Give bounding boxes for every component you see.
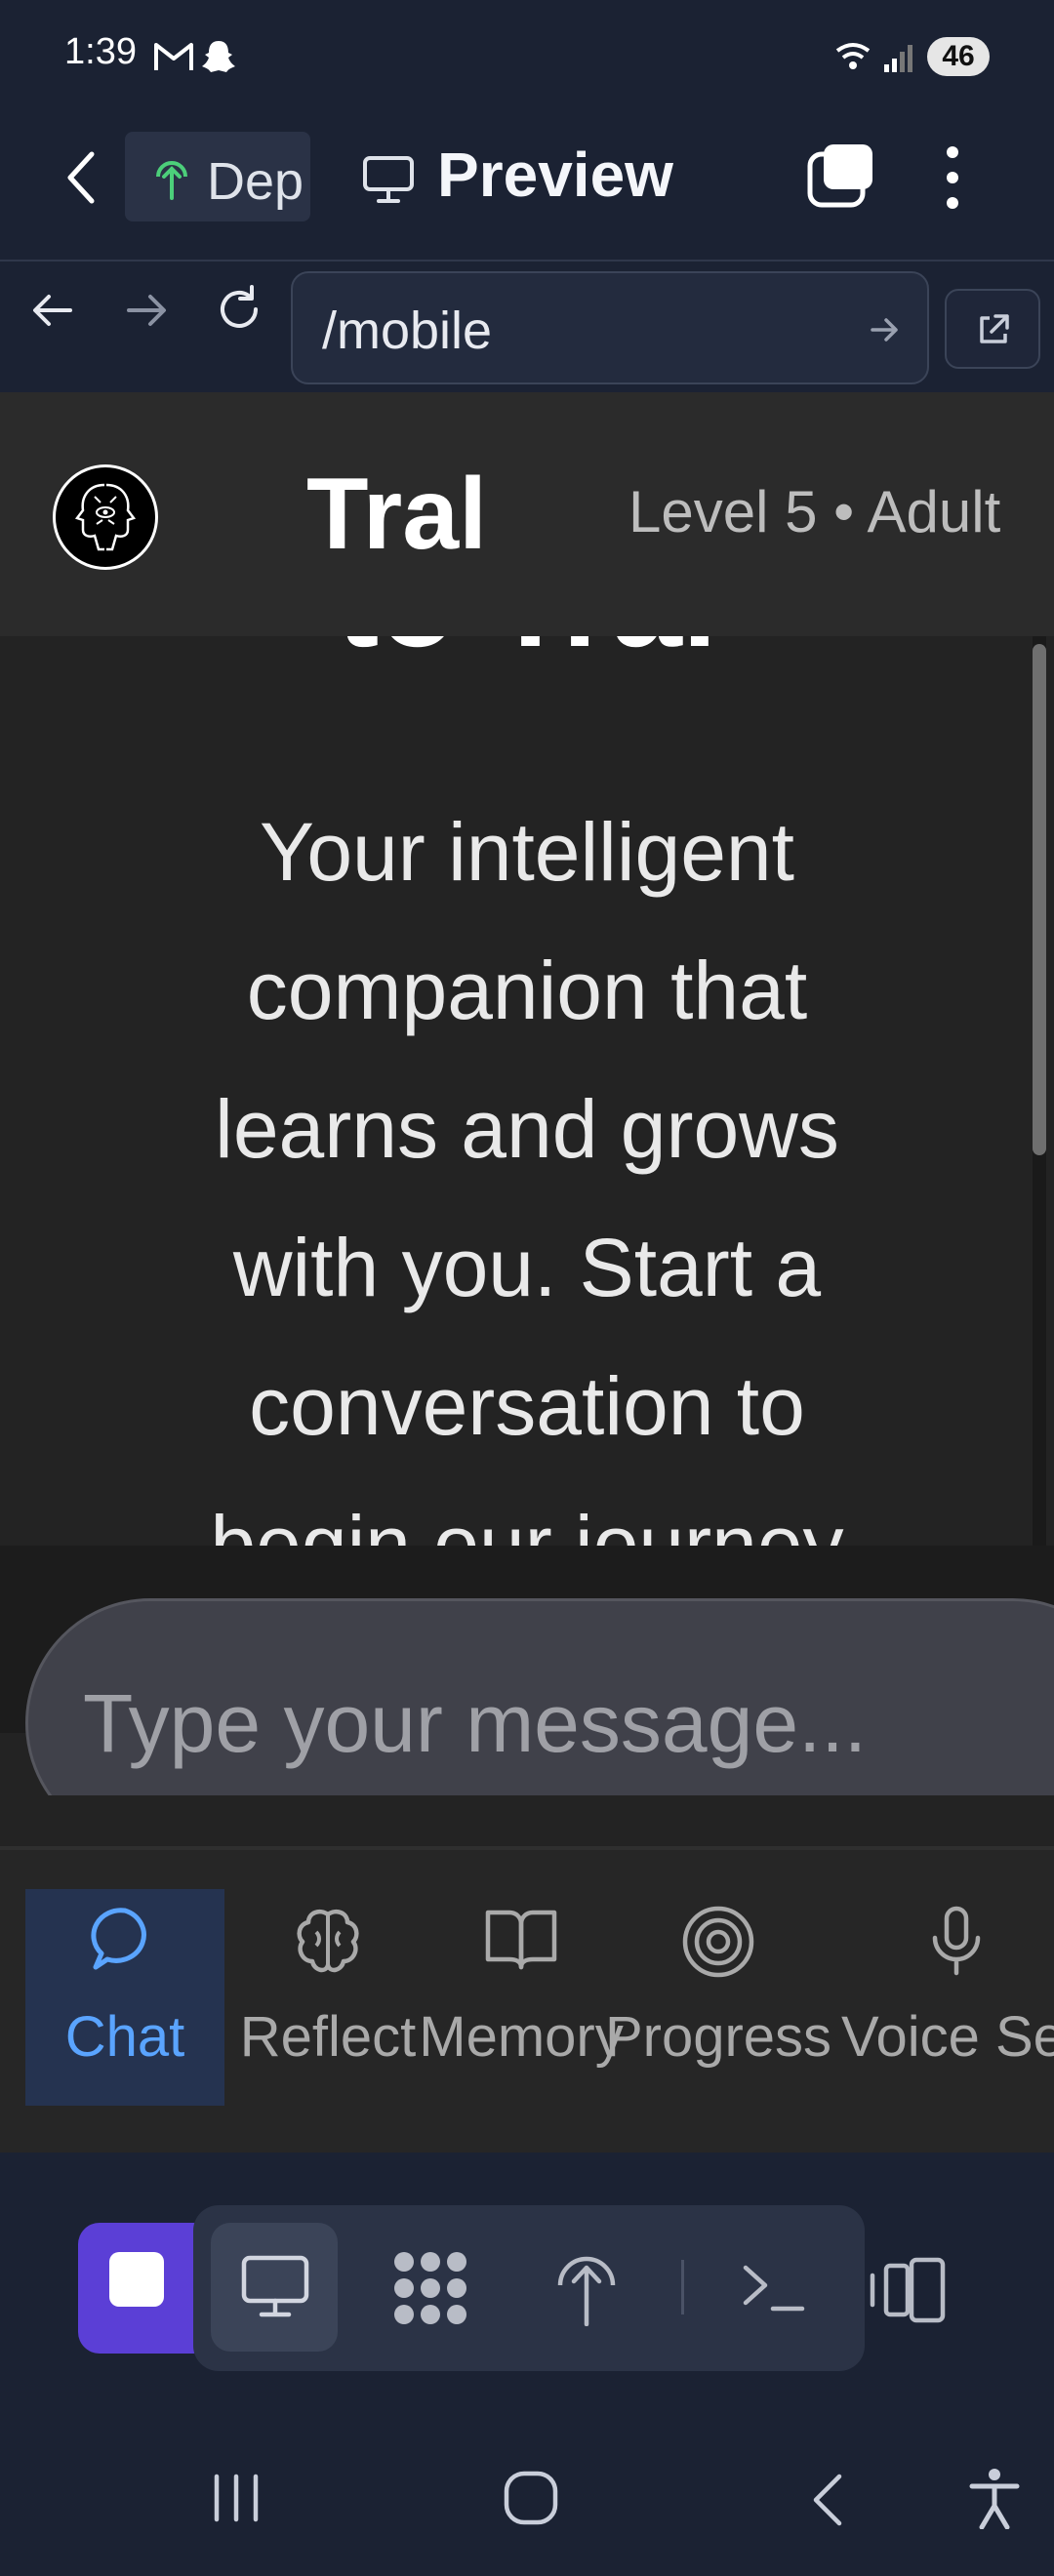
level-status: Level 5 • Adult <box>628 479 1001 544</box>
chat-bubble-icon <box>91 1908 146 1970</box>
monitor-icon <box>241 2255 309 2317</box>
url-text: /mobile <box>322 302 493 360</box>
apps-grid-icon[interactable] <box>386 2244 474 2332</box>
deploy-icon[interactable] <box>554 2250 619 2326</box>
reload-icon[interactable] <box>213 283 265 336</box>
go-arrow-icon[interactable] <box>869 314 902 345</box>
nav-item-reflect[interactable]: Reflect <box>230 1889 426 2106</box>
intro-text: Your intelligent companion that learns a… <box>210 806 844 1546</box>
status-time: 1:39 <box>64 31 137 72</box>
snapchat-icon <box>202 41 235 72</box>
accessibility-icon[interactable] <box>966 2467 1023 2529</box>
monitor-icon <box>363 156 414 203</box>
browser-back-icon[interactable] <box>29 291 76 330</box>
brain-icon <box>297 1910 359 1973</box>
more-options-icon[interactable] <box>939 142 966 213</box>
page-header: Tral Level 5 • Adult <box>0 392 1054 636</box>
gmail-icon <box>154 43 193 70</box>
recent-apps-icon[interactable] <box>207 2473 265 2523</box>
system-back-icon[interactable] <box>806 2471 849 2529</box>
scrollbar-thumb[interactable] <box>1033 644 1046 1155</box>
tabs-icon[interactable] <box>804 141 878 209</box>
nav-label-reflect: Reflect <box>239 2005 417 2069</box>
nav-item-memory[interactable]: Memory <box>414 1889 628 2106</box>
nav-label-chat: Chat <box>64 2005 185 2069</box>
app-logo <box>53 464 158 570</box>
home-icon[interactable] <box>502 2469 560 2527</box>
message-input-area <box>0 1546 1054 1795</box>
nav-item-progress[interactable]: Progress <box>601 1889 835 2106</box>
dock-separator <box>681 2260 684 2314</box>
dock-preview-button[interactable] <box>211 2223 338 2352</box>
scrollbar[interactable] <box>1033 636 1046 1546</box>
message-input-clip <box>0 1546 1054 1795</box>
message-input[interactable] <box>25 1598 1054 1795</box>
back-arrow-icon[interactable] <box>61 148 103 207</box>
battery-indicator: 46 <box>927 37 990 76</box>
split-view-icon[interactable] <box>867 2256 949 2324</box>
tab-deploy-label: Dep <box>207 152 304 211</box>
wifi-icon <box>835 43 871 69</box>
twin-heads-logo-icon <box>74 483 137 551</box>
nav-label-progress: Progress <box>604 2005 832 2069</box>
target-icon <box>682 1906 754 1978</box>
nav-item-voice[interactable]: Voice Se <box>841 1889 1054 2106</box>
book-icon <box>485 1910 557 1970</box>
chat-scroll-area[interactable]: to Tral Your intelligent companion that … <box>0 636 1054 1546</box>
nav-label-voice: Voice Se <box>841 2005 1054 2069</box>
dock-bar <box>193 2205 865 2371</box>
stop-icon <box>109 2252 164 2307</box>
open-external-button[interactable] <box>945 289 1040 369</box>
browser-forward-icon[interactable] <box>123 291 170 330</box>
terminal-icon[interactable] <box>740 2262 808 2314</box>
url-field[interactable]: /mobile <box>291 271 929 384</box>
web-preview: Tral Level 5 • Adult to Tral Your intell… <box>0 392 1054 1852</box>
external-link-icon <box>980 314 1009 343</box>
preview-title: Preview <box>437 140 673 210</box>
signal-icon <box>884 45 912 72</box>
deploy-icon <box>156 161 187 200</box>
welcome-heading: to Tral <box>0 636 1054 675</box>
microphone-icon <box>932 1906 981 1976</box>
bottom-nav: Chat Reflect Memory Progress Voice Se <box>0 1850 1054 2153</box>
tab-deploy[interactable]: Dep <box>125 132 310 221</box>
app-name: Tral <box>306 458 487 571</box>
nav-label-memory: Memory <box>419 2005 624 2069</box>
nav-item-chat[interactable]: Chat <box>25 1889 224 2106</box>
